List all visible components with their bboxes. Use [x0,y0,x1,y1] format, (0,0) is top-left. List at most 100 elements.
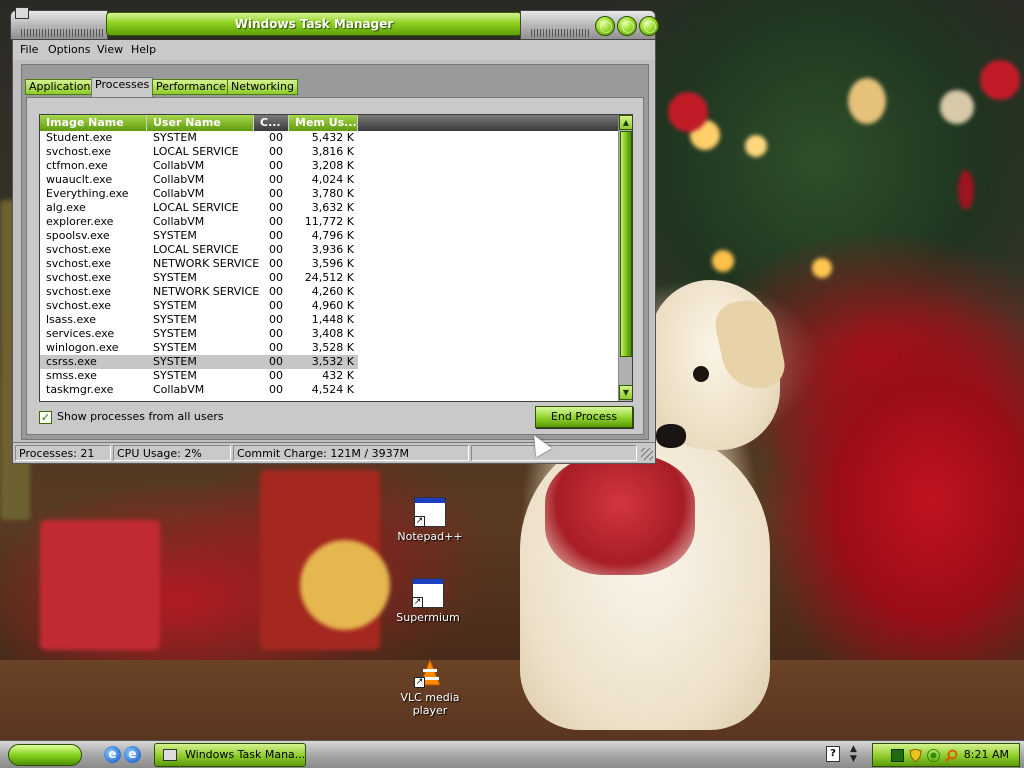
title-bar[interactable]: Windows Task Manager [10,7,659,40]
process-user-name: LOCAL SERVICE [153,145,239,158]
process-image-name: ctfmon.exe [46,159,108,172]
process-cpu: 00 [269,159,283,172]
process-user-name: SYSTEM [153,229,197,242]
internet-explorer-icon[interactable]: e [104,746,121,763]
column-filler [358,115,618,131]
process-cpu: 00 [269,145,283,158]
process-image-name: explorer.exe [46,215,114,228]
process-mem-usage: 4,524 K [311,383,354,396]
column-cpu[interactable]: C... [254,115,289,131]
vlc-icon: ↗ [414,658,446,688]
end-process-button[interactable]: End Process [535,406,633,428]
process-cpu: 00 [269,383,283,396]
process-cpu: 00 [269,285,283,298]
desktop-icon-vlc[interactable]: ↗ VLC media player [392,658,468,717]
process-image-name: svchost.exe [46,145,112,158]
process-row[interactable]: csrss.exe SYSTEM 00 3,532 K [40,355,358,369]
tray-app-icon[interactable] [927,749,940,762]
menu-options[interactable]: Options [48,43,90,56]
process-user-name: SYSTEM [153,299,197,312]
process-cpu: 00 [269,355,283,368]
process-user-name: NETWORK SERVICE [153,285,260,298]
process-row[interactable]: lsass.exe SYSTEM 00 1,448 K [40,313,358,327]
process-image-name: smss.exe [46,369,97,382]
process-row[interactable]: taskmgr.exe CollabVM 00 4,524 K [40,383,358,397]
process-image-name: services.exe [46,327,115,340]
process-row[interactable]: Student.exe SYSTEM 00 5,432 K [40,131,358,145]
scrollbar-thumb[interactable] [620,131,632,357]
process-row[interactable]: explorer.exe CollabVM 00 11,772 K [40,215,358,229]
taskbar-button-task-manager[interactable]: Windows Task Mana... [154,743,306,767]
title-grip [531,29,591,37]
process-row[interactable]: svchost.exe SYSTEM 00 4,960 K [40,299,358,313]
process-row[interactable]: alg.exe LOCAL SERVICE 00 3,632 K [40,201,358,215]
tab-applications[interactable]: Applications [25,79,101,95]
vertical-scrollbar[interactable]: ▲ ▼ [618,115,632,401]
process-row[interactable]: spoolsv.exe SYSTEM 00 4,796 K [40,229,358,243]
process-image-name: wuauclt.exe [46,173,113,186]
notepadpp-icon: ↗ [414,497,446,527]
process-image-name: svchost.exe [46,243,112,256]
menu-help[interactable]: Help [131,43,156,56]
task-manager-icon [163,749,177,761]
process-image-name: svchost.exe [46,285,112,298]
process-mem-usage: 3,936 K [311,243,354,256]
scroll-up-arrow-icon[interactable]: ▲ [619,115,632,130]
process-image-name: csrss.exe [46,355,97,368]
process-row[interactable]: smss.exe SYSTEM 00 432 K [40,369,358,383]
desktop-icon-supermium[interactable]: ↗ Supermium [390,578,466,624]
process-image-name: spoolsv.exe [46,229,110,242]
process-cpu: 00 [269,257,283,270]
process-row[interactable]: wuauclt.exe CollabVM 00 4,024 K [40,173,358,187]
process-list-header: Image Name User Name C... Mem Us... [40,115,618,131]
show-all-users-label: Show processes from all users [57,410,224,423]
process-row[interactable]: services.exe SYSTEM 00 3,408 K [40,327,358,341]
close-button[interactable] [639,16,659,36]
status-processes: Processes: 21 [15,445,111,461]
tray-expand-icon[interactable]: ▲ ▼ [850,744,857,764]
scroll-down-arrow-icon[interactable]: ▼ [619,385,632,400]
task-manager-icon[interactable] [15,7,29,19]
menu-view[interactable]: View [97,43,123,56]
resize-grip-icon[interactable] [641,448,653,460]
process-user-name: LOCAL SERVICE [153,243,239,256]
clock[interactable]: 8:21 AM [964,744,1009,766]
column-mem-usage[interactable]: Mem Us... [289,115,358,131]
start-button[interactable] [8,744,82,766]
processes-panel: Image Name User Name C... Mem Us... Stud… [26,97,644,435]
browser-icon[interactable]: e [124,746,141,763]
process-user-name: CollabVM [153,383,205,396]
title-grip [21,29,103,37]
help-icon[interactable]: ? [826,746,840,762]
tab-networking[interactable]: Networking [227,79,298,95]
title-bar-right-cap [520,10,659,40]
process-mem-usage: 3,408 K [311,327,354,340]
minimize-button[interactable] [595,16,615,36]
taskbar-button-label: Windows Task Mana... [185,748,306,761]
maximize-button[interactable] [617,16,637,36]
process-row[interactable]: svchost.exe LOCAL SERVICE 00 3,816 K [40,145,358,159]
tab-performance[interactable]: Performance [152,79,230,95]
process-row[interactable]: ctfmon.exe CollabVM 00 3,208 K [40,159,358,173]
status-cpu-usage: CPU Usage: 2% [113,445,231,461]
search-icon[interactable] [945,749,958,762]
process-user-name: SYSTEM [153,313,197,326]
process-row[interactable]: svchost.exe NETWORK SERVICE 00 3,596 K [40,257,358,271]
column-user-name[interactable]: User Name [147,115,254,131]
security-shield-icon[interactable] [909,748,922,763]
process-row[interactable]: svchost.exe SYSTEM 00 24,512 K [40,271,358,285]
desktop-icon-notepadpp[interactable]: ↗ Notepad++ [392,497,468,543]
tab-processes[interactable]: Processes [91,77,154,97]
network-icon[interactable] [891,749,904,762]
process-row[interactable]: winlogon.exe SYSTEM 00 3,528 K [40,341,358,355]
menu-file[interactable]: File [20,43,38,56]
process-row[interactable]: svchost.exe NETWORK SERVICE 00 4,260 K [40,285,358,299]
column-image-name[interactable]: Image Name [40,115,147,131]
process-user-name: CollabVM [153,215,205,228]
process-list[interactable]: Image Name User Name C... Mem Us... Stud… [39,114,633,402]
process-image-name: winlogon.exe [46,341,119,354]
checkbox-checked-icon[interactable]: ✓ [39,411,52,424]
process-row[interactable]: Everything.exe CollabVM 00 3,780 K [40,187,358,201]
process-image-name: Student.exe [46,131,113,144]
process-row[interactable]: svchost.exe LOCAL SERVICE 00 3,936 K [40,243,358,257]
